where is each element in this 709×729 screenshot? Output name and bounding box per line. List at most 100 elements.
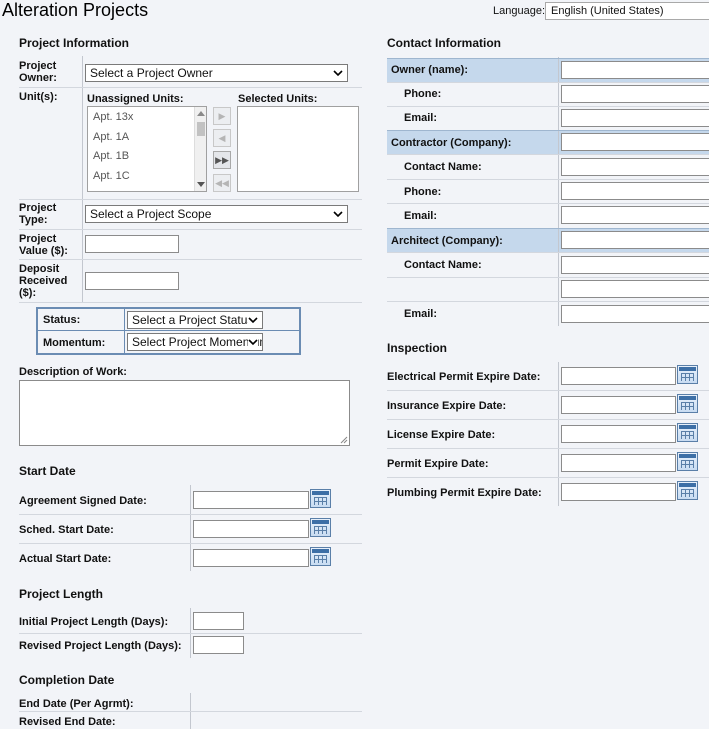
project-type-label-line2: Type: [19,214,48,226]
momentum-select[interactable]: Select Project Momentum [127,333,263,351]
owner-email-label: Email: [404,112,438,124]
calendar-icon[interactable] [310,489,331,508]
contractor-email-input[interactable] [561,206,709,224]
contractor-company-input[interactable] [561,133,709,151]
deposit-label-line3: ($): [19,287,37,299]
chevron-down-icon [333,211,343,218]
page-title: Alteration Projects [2,0,149,20]
list-item[interactable]: Apt. 13x [93,111,133,123]
project-type-label-line1: Project [19,202,57,214]
calendar-icon[interactable] [310,518,331,537]
architect-extra-input[interactable] [561,280,709,298]
unassigned-units-label: Unassigned Units: [87,93,184,105]
owner-phone-label: Phone: [404,88,442,100]
deposit-label-line1: Deposit [19,263,60,275]
language-select[interactable]: English (United States) [545,2,709,20]
inspection-divider [558,362,559,506]
architect-company-input[interactable] [561,231,709,249]
revised-length-input[interactable] [193,636,244,654]
license-expire-input[interactable] [561,425,676,443]
description-label: Description of Work: [19,366,127,378]
row-divider [387,419,709,420]
contact-information-heading: Contact Information [387,36,501,50]
label-column-divider [82,56,83,302]
calendar-icon[interactable] [677,452,698,471]
inspection-heading: Inspection [387,341,448,355]
calendar-icon[interactable] [677,394,698,413]
resize-handle-icon [340,436,348,444]
contractor-phone-label: Phone: [404,186,442,198]
agreement-signed-input[interactable] [193,491,309,509]
project-owner-select[interactable]: Select a Project Owner [85,64,348,82]
contractor-email-label: Email: [404,210,438,222]
list-item[interactable]: Apt. 1B [93,150,129,162]
project-owner-label-line1: Project [19,60,57,72]
project-length-heading: Project Length [19,587,104,601]
status-select[interactable]: Select a Project Status [127,311,263,329]
list-item[interactable]: Apt. 1A [93,131,129,143]
insurance-expire-input[interactable] [561,396,676,414]
owner-name-label: Owner (name): [391,64,469,76]
permit-expire-label: Permit Expire Date: [387,458,489,470]
owner-phone-input[interactable] [561,85,709,103]
status-box-row-divider [38,330,299,331]
architect-contact-input[interactable] [561,256,709,274]
status-label: Status: [43,314,81,326]
units-scrollbar[interactable] [194,107,206,191]
calendar-icon[interactable] [677,481,698,500]
completion-date-heading: Completion Date [19,673,115,687]
move-all-right-button[interactable]: ▶▶ [213,151,231,169]
move-right-button[interactable]: ▶ [213,107,231,125]
project-value-input[interactable] [85,235,179,253]
electrical-permit-input[interactable] [561,367,676,385]
plumbing-permit-input[interactable] [561,483,676,501]
project-type-select-value: Select a Project Scope [90,207,212,221]
chevron-down-icon [248,315,258,325]
description-textarea[interactable] [19,380,350,446]
selected-units-list[interactable] [237,106,359,192]
calendar-icon[interactable] [677,365,698,384]
contractor-contact-input[interactable] [561,158,709,176]
list-item[interactable]: Apt. 1C [93,170,130,182]
scroll-thumb[interactable] [197,122,205,136]
row-divider [19,259,362,260]
scroll-down-icon [197,182,205,187]
row-divider [19,543,362,544]
row-divider [387,252,709,253]
row-divider [19,199,362,200]
initial-length-input[interactable] [193,612,244,630]
owner-email-input[interactable] [561,109,709,127]
row-divider [387,477,709,478]
plumbing-permit-label: Plumbing Permit Expire Date: [387,487,542,499]
agreement-signed-label: Agreement Signed Date: [19,495,147,507]
double-arrow-left-icon: ◀◀ [215,178,229,188]
momentum-label: Momentum: [43,337,106,349]
status-select-value: Select a Project Status [132,313,254,327]
move-all-left-button[interactable]: ◀◀ [213,174,231,192]
project-type-select[interactable]: Select a Project Scope [85,205,348,223]
permit-expire-input[interactable] [561,454,676,472]
owner-name-input[interactable] [561,61,709,79]
contact-column-divider [558,57,559,326]
row-divider [19,87,362,88]
selected-units-label: Selected Units: [238,93,318,105]
unassigned-units-list[interactable]: Apt. 13x Apt. 1A Apt. 1B Apt. 1C [87,106,207,192]
row-divider [19,514,362,515]
actual-start-input[interactable] [193,549,309,567]
calendar-icon[interactable] [677,423,698,442]
sched-start-input[interactable] [193,520,309,538]
start-date-heading: Start Date [19,464,76,478]
contractor-phone-input[interactable] [561,182,709,200]
calendar-icon[interactable] [310,547,331,566]
deposit-received-input[interactable] [85,272,179,290]
project-value-label-line2: Value ($): [19,245,68,257]
momentum-select-value: Select Project Momentum [132,335,263,349]
status-box-divider [124,309,125,353]
move-left-button[interactable]: ◀ [213,129,231,147]
architect-company-label: Architect (Company): [391,235,503,247]
architect-email-input[interactable] [561,305,709,323]
electrical-permit-label: Electrical Permit Expire Date: [387,371,541,383]
row-divider [19,633,362,634]
project-owner-select-value: Select a Project Owner [90,66,213,80]
double-arrow-right-icon: ▶▶ [215,155,229,165]
